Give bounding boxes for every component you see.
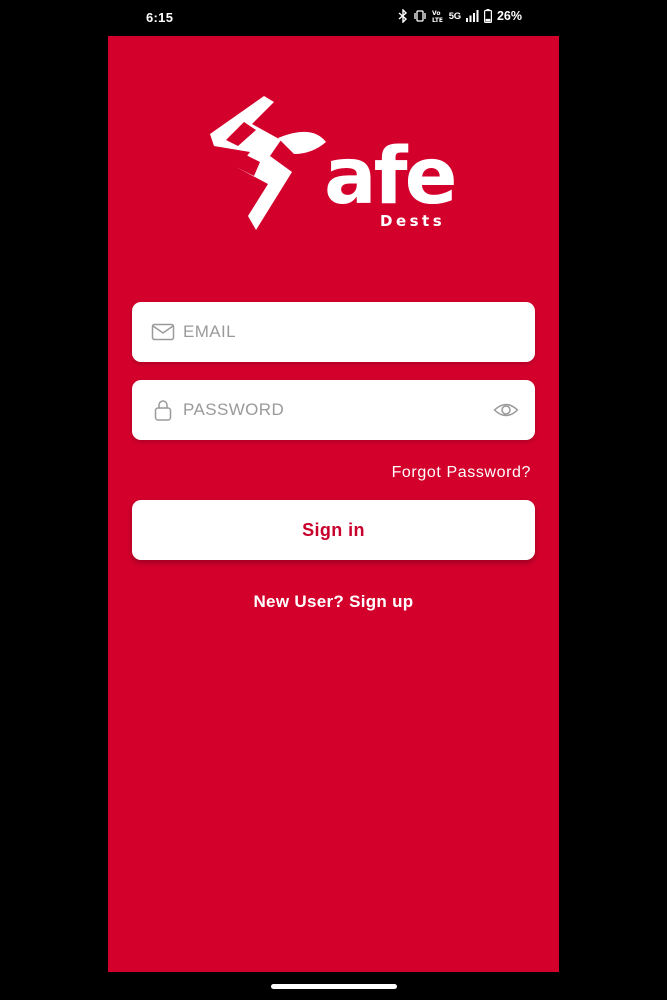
status-bar: 6:15 Vo LTE 5G 26% — [0, 0, 667, 36]
battery-icon — [483, 9, 492, 23]
forgot-password-link[interactable]: Forgot Password? — [392, 464, 531, 482]
network-type: 5G — [448, 10, 461, 22]
lock-icon — [151, 398, 175, 422]
svg-text:LTE: LTE — [432, 17, 443, 23]
status-time: 6:15 — [146, 10, 174, 25]
battery-percent: 26% — [496, 9, 522, 23]
login-screen: afe Dests Forgot Password? Sign in New U… — [108, 36, 559, 972]
volte-icon: Vo LTE — [432, 9, 444, 23]
sign-in-button[interactable]: Sign in — [132, 500, 535, 560]
mail-icon — [151, 320, 175, 344]
svg-text:Vo: Vo — [432, 10, 440, 17]
phone-screen: 6:15 Vo LTE 5G 26% afe Dests EMAIL Forgo… — [0, 0, 667, 1000]
app-logo: afe Dests — [208, 94, 460, 242]
signal-icon — [465, 10, 479, 22]
logo-subtitle: Dests — [380, 212, 446, 230]
vibrate-icon — [413, 9, 427, 23]
eye-icon[interactable] — [493, 398, 519, 422]
email-input[interactable] — [183, 302, 483, 362]
password-input[interactable] — [183, 380, 483, 440]
email-field[interactable] — [132, 302, 535, 362]
logo-wordmark: afe — [324, 132, 457, 222]
sign-up-link[interactable]: New User? Sign up — [108, 592, 559, 612]
bluetooth-icon — [398, 9, 408, 23]
home-indicator[interactable] — [271, 984, 397, 989]
password-field[interactable] — [132, 380, 535, 440]
status-icons: Vo LTE 5G 26% — [398, 9, 522, 23]
logo-s-mark — [210, 96, 326, 230]
